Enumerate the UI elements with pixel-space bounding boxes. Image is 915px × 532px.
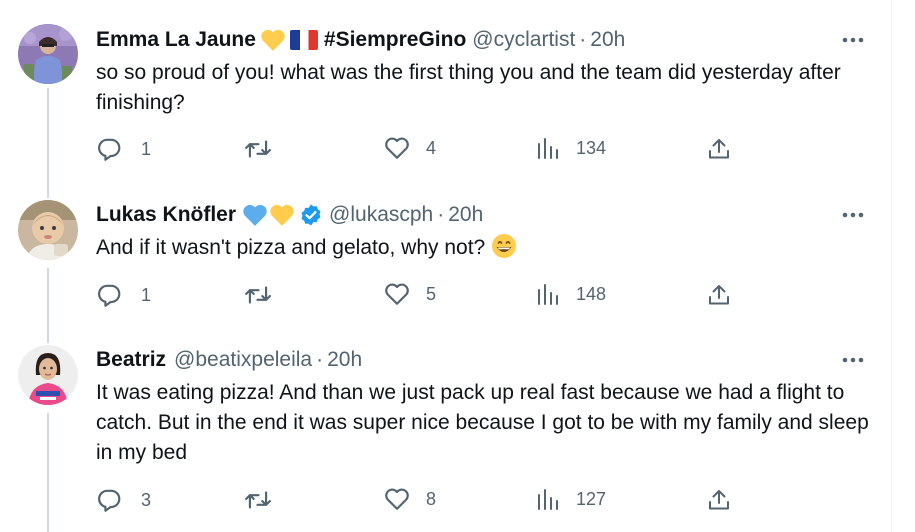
like-button[interactable]: 5: [384, 282, 436, 306]
display-name[interactable]: Emma La Jaune: [96, 26, 256, 54]
separator-dot: ·: [437, 203, 445, 226]
retweet-icon: [245, 140, 271, 158]
like-count: 8: [426, 488, 437, 509]
tweet-text: And if it wasn't pizza and gelato, why n…: [96, 236, 486, 259]
reply-button[interactable]: 1: [96, 136, 151, 162]
share-button[interactable]: [707, 282, 731, 308]
heart-icon: [385, 283, 409, 305]
more-options-button[interactable]: [838, 26, 868, 54]
analytics-icon: [538, 138, 558, 159]
tweet-lukas[interactable]: Lukas Knöfler @lukascph · 20h And if it …: [0, 180, 891, 325]
reply-button[interactable]: 1: [96, 282, 151, 308]
display-name-hashtag[interactable]: #SiempreGino: [324, 26, 466, 54]
timestamp[interactable]: 20h: [327, 346, 362, 374]
display-name[interactable]: Lukas Knöfler: [96, 201, 236, 229]
views-button[interactable]: 134: [536, 136, 606, 160]
retweet-button[interactable]: [244, 282, 288, 308]
tweet-text: It was eating pizza! And than we just pa…: [96, 381, 869, 464]
retweet-button[interactable]: [244, 487, 288, 513]
retweet-button[interactable]: [244, 136, 288, 162]
like-button[interactable]: 4: [384, 136, 436, 160]
avatar[interactable]: [18, 24, 78, 84]
reply-button[interactable]: 3: [96, 487, 151, 513]
avatar[interactable]: [18, 200, 78, 260]
more-options-button[interactable]: [838, 201, 868, 229]
share-icon: [709, 285, 729, 305]
blue-heart-icon: [242, 203, 268, 227]
separator-dot: ·: [579, 28, 587, 51]
heart-icon: [385, 137, 409, 159]
reply-icon: [98, 489, 121, 512]
thread-line: [47, 268, 49, 325]
analytics-icon: [538, 489, 558, 510]
tweet-text: so so proud of you! what was the first t…: [96, 61, 841, 114]
more-icon: [842, 37, 864, 43]
timestamp[interactable]: 20h: [590, 26, 625, 54]
like-count: 5: [426, 283, 437, 304]
timeline-border: [891, 0, 892, 532]
like-count: 4: [426, 137, 437, 158]
display-name[interactable]: Beatriz: [96, 346, 166, 374]
share-button[interactable]: [707, 487, 731, 513]
view-count: 127: [576, 488, 607, 509]
yellow-heart-icon: [260, 28, 286, 52]
share-button[interactable]: [707, 136, 731, 162]
heart-icon: [385, 488, 409, 510]
thread-line: [47, 88, 49, 180]
retweet-icon: [245, 491, 271, 509]
separator-dot: ·: [316, 348, 324, 371]
more-options-button[interactable]: [838, 346, 868, 374]
view-count: 148: [576, 283, 607, 304]
reply-icon: [98, 284, 121, 307]
username[interactable]: @lukascph: [329, 201, 433, 229]
tweet-header: Beatriz @beatixpeleila · 20h: [96, 346, 362, 374]
username[interactable]: @cyclartist: [472, 26, 575, 54]
views-button[interactable]: 127: [536, 487, 606, 511]
reply-icon: [98, 138, 121, 161]
views-button[interactable]: 148: [536, 282, 606, 306]
thread-line: [47, 180, 49, 198]
verified-icon[interactable]: [299, 203, 323, 227]
tweet-header: Emma La Jaune #SiempreGino @cyclartist ·…: [96, 26, 625, 54]
retweet-icon: [245, 286, 271, 304]
more-icon: [842, 357, 864, 363]
thread-line: [47, 325, 49, 343]
yellow-heart-icon: [269, 203, 295, 227]
reply-count: 1: [141, 284, 152, 305]
thread-line: [47, 413, 49, 532]
username[interactable]: @beatixpeleila: [174, 346, 312, 374]
tweet-emma[interactable]: Emma La Jaune #SiempreGino @cyclartist ·…: [0, 0, 891, 180]
grinning-face-emoji-icon: [491, 233, 517, 268]
share-icon: [709, 490, 729, 510]
france-flag-icon: [289, 30, 318, 50]
timestamp[interactable]: 20h: [448, 201, 483, 229]
analytics-icon: [538, 284, 558, 305]
tweet-beatriz[interactable]: Beatriz @beatixpeleila · 20h It was eati…: [0, 325, 891, 532]
like-button[interactable]: 8: [384, 487, 436, 511]
tweet-text-wrap: And if it wasn't pizza and gelato, why n…: [96, 233, 876, 268]
more-icon: [842, 212, 864, 218]
tweet-header: Lukas Knöfler @lukascph · 20h: [96, 201, 483, 229]
avatar[interactable]: [18, 345, 78, 405]
reply-count: 3: [141, 489, 152, 510]
view-count: 134: [576, 137, 607, 158]
share-icon: [709, 139, 729, 159]
reply-count: 1: [141, 138, 152, 159]
